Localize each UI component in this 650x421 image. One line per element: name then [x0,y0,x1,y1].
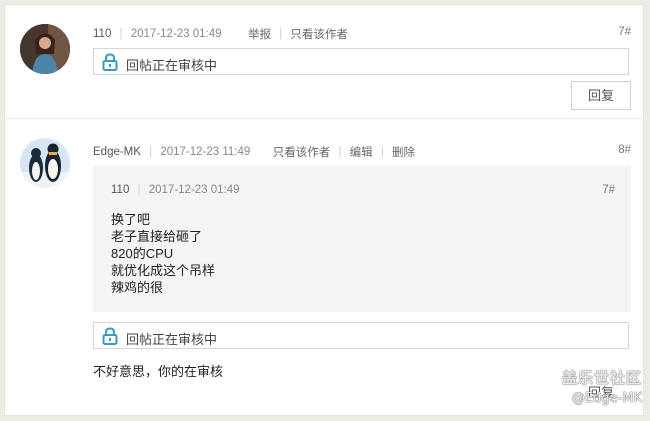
only-view-author-link[interactable]: 只看该作者 [273,144,331,160]
post-datetime: 2017-12-23 01:49 [130,28,222,40]
comment-text: 不好意思，你的在审核 [93,364,224,379]
separator: | [119,28,123,40]
watermark-user: @Edge-MK [571,391,642,406]
post-floor-8: Edge-MK | 2017-12-23 11:49 只看该作者 | 编辑 | … [5,123,643,415]
review-notice-text: 回帖正在审核中 [126,58,218,73]
floor-number: 7# [618,26,631,38]
thread-page: 110 | 2017-12-23 01:49 举报 | 只看该作者 7# 回帖正… [4,4,644,416]
quote-content: 换了吧 老子直接给砸了 820的CPU 就优化成这个吊样 辣鸡的很 [111,211,215,296]
quote-line: 换了吧 [111,212,151,227]
delete-link[interactable]: 删除 [392,144,415,160]
quoted-post: 110 | 2017-12-23 01:49 7# 换了吧 老子直接给砸了 82… [93,166,631,312]
lock-icon [102,327,118,348]
quote-line: 就优化成这个吊样 [111,263,216,278]
post-floor-7: 110 | 2017-12-23 01:49 举报 | 只看该作者 7# 回帖正… [5,5,643,119]
reply-button[interactable]: 回复 [571,81,631,110]
watermark-title: 盖乐世社区 [561,369,642,387]
quote-username[interactable]: 110 [111,184,129,196]
separator: | [149,146,153,158]
post-datetime: 2017-12-23 11:49 [160,146,251,158]
post-meta: Edge-MK | 2017-12-23 11:49 只看该作者 | 编辑 | … [93,144,631,160]
quote-datetime: 2017-12-23 01:49 [148,184,240,196]
floor-number: 8# [618,144,631,156]
separator: | [137,184,141,196]
only-view-author-link[interactable]: 只看该作者 [290,26,348,42]
username[interactable]: 110 [93,28,111,40]
username[interactable]: Edge-MK [93,146,141,158]
review-pending-notice: 回帖正在审核中 [93,48,629,75]
separator: | [380,146,384,158]
avatar[interactable] [20,138,70,188]
separator: | [279,28,283,40]
separator: | [338,146,342,158]
review-notice-text: 回帖正在审核中 [126,332,218,347]
quote-line: 辣鸡的很 [111,280,164,295]
quote-line: 老子直接给砸了 [111,229,203,244]
report-link[interactable]: 举报 [248,26,271,42]
post-meta: 110 | 2017-12-23 01:49 举报 | 只看该作者 7# [93,26,631,42]
quote-meta: 110 | 2017-12-23 01:49 7# [111,184,615,196]
quote-line: 820的CPU [111,246,174,261]
lock-icon [102,53,118,74]
avatar[interactable] [20,24,70,74]
quote-floor-number: 7# [602,184,615,196]
review-pending-notice: 回帖正在审核中 [93,322,629,349]
edit-link[interactable]: 编辑 [350,144,373,160]
